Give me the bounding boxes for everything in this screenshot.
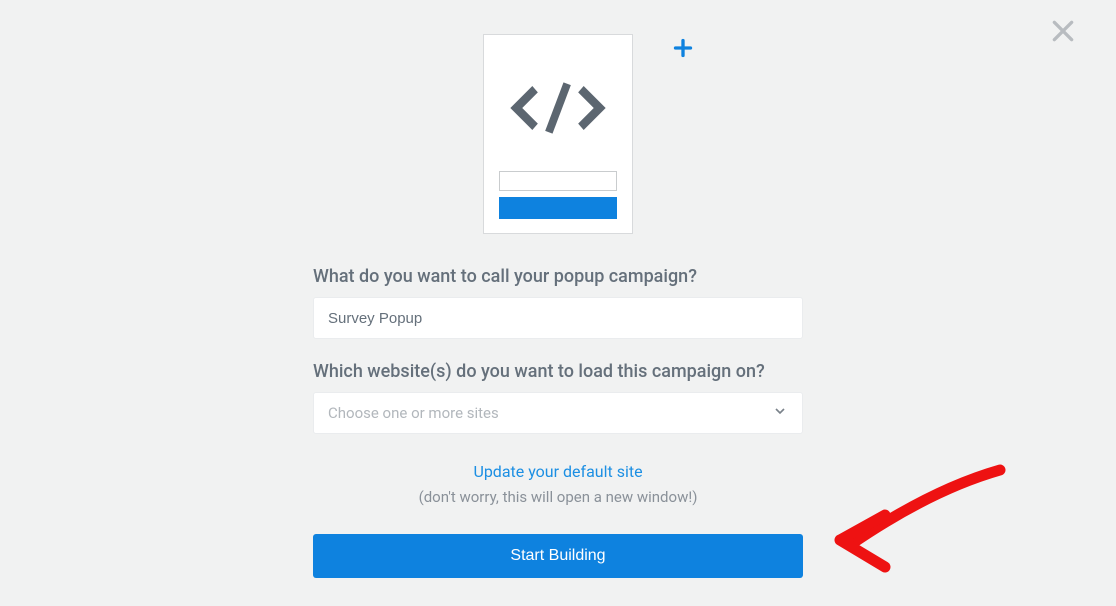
close-icon	[1050, 18, 1076, 44]
campaign-name-input[interactable]	[313, 297, 803, 339]
template-preview	[483, 34, 633, 234]
annotation-arrow	[830, 455, 1030, 599]
chevron-down-icon	[772, 403, 788, 423]
website-select[interactable]: Choose one or more sites	[313, 392, 803, 434]
code-icon	[503, 78, 613, 138]
template-preview-wrap	[483, 34, 633, 234]
plus-icon	[673, 38, 693, 58]
close-button[interactable]	[1050, 18, 1076, 48]
update-default-site-link[interactable]: Update your default site	[473, 462, 642, 481]
campaign-name-label: What do you want to call your popup camp…	[313, 266, 803, 287]
preview-input-placeholder	[499, 171, 617, 191]
preview-button-placeholder	[499, 197, 617, 219]
update-default-site-hint: (don't worry, this will open a new windo…	[419, 488, 698, 506]
create-campaign-form: What do you want to call your popup camp…	[313, 0, 803, 578]
website-select-placeholder: Choose one or more sites	[328, 404, 772, 422]
add-template-button[interactable]	[673, 38, 693, 62]
code-icon-area	[498, 45, 618, 171]
form-area: What do you want to call your popup camp…	[313, 266, 803, 578]
website-select-label: Which website(s) do you want to load thi…	[313, 361, 803, 382]
default-site-row: Update your default site (don't worry, t…	[313, 462, 803, 506]
start-building-button[interactable]: Start Building	[313, 534, 803, 578]
